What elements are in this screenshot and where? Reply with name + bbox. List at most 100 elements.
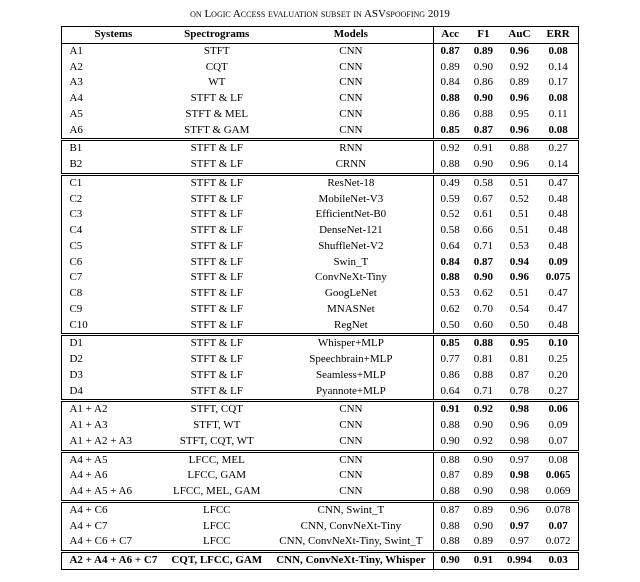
cell-metric: 0.90: [467, 157, 500, 174]
cell-metric: 0.52: [500, 192, 539, 208]
cell-metric: 0.49: [433, 174, 467, 191]
cell-metric: 0.90: [467, 418, 500, 434]
cell-metric: 0.81: [500, 352, 539, 368]
cell-metric: 0.27: [539, 140, 578, 157]
cell-spec: CQT: [164, 60, 269, 76]
cell-model: CNN: [269, 43, 433, 59]
cell-metric: 0.64: [433, 384, 467, 401]
cell-spec: STFT & MEL: [164, 107, 269, 123]
cell-metric: 0.27: [539, 384, 578, 401]
cell-metric: 0.994: [500, 552, 539, 570]
cell-model: RegNet: [269, 318, 433, 335]
cell-metric: 0.98: [500, 468, 539, 484]
results-table: SystemsSpectrogramsModelsAccF1AuCERRA1ST…: [61, 26, 578, 570]
cell-metric: 0.88: [433, 519, 467, 535]
table-row: A3WTCNN0.840.860.890.17: [62, 75, 578, 91]
col-header: Models: [269, 27, 433, 44]
cell-metric: 0.48: [539, 223, 578, 239]
cell-metric: 0.87: [433, 43, 467, 59]
cell-metric: 0.87: [500, 368, 539, 384]
cell-metric: 0.89: [433, 60, 467, 76]
cell-metric: 0.88: [433, 157, 467, 174]
cell-spec: LFCC: [164, 519, 269, 535]
cell-spec: LFCC, MEL: [164, 451, 269, 468]
cell-system: C8: [62, 286, 164, 302]
cell-metric: 0.85: [433, 123, 467, 140]
cell-metric: 0.14: [539, 157, 578, 174]
cell-metric: 0.71: [467, 384, 500, 401]
cell-model: Speechbrain+MLP: [269, 352, 433, 368]
cell-model: CNN: [269, 434, 433, 451]
cell-spec: STFT, CQT: [164, 401, 269, 418]
cell-metric: 0.87: [433, 468, 467, 484]
cell-metric: 0.87: [467, 255, 500, 271]
table-row: C9STFT & LFMNASNet0.620.700.540.47: [62, 302, 578, 318]
cell-system: A5: [62, 107, 164, 123]
cell-metric: 0.48: [539, 318, 578, 335]
cell-system: C9: [62, 302, 164, 318]
cell-metric: 0.90: [467, 519, 500, 535]
cell-metric: 0.51: [500, 286, 539, 302]
cell-system: A2: [62, 60, 164, 76]
cell-metric: 0.94: [500, 255, 539, 271]
cell-metric: 0.89: [467, 501, 500, 518]
cell-metric: 0.98: [500, 434, 539, 451]
cell-model: ResNet-18: [269, 174, 433, 191]
cell-metric: 0.96: [500, 418, 539, 434]
cell-metric: 0.96: [500, 270, 539, 286]
cell-spec: STFT & LF: [164, 335, 269, 352]
cell-metric: 0.07: [539, 519, 578, 535]
col-header: AuC: [500, 27, 539, 44]
cell-metric: 0.62: [433, 302, 467, 318]
cell-system: A1 + A3: [62, 418, 164, 434]
cell-metric: 0.48: [539, 192, 578, 208]
table-row: D4STFT & LFPyannote+MLP0.640.710.780.27: [62, 384, 578, 401]
cell-metric: 0.66: [467, 223, 500, 239]
cell-spec: STFT, CQT, WT: [164, 434, 269, 451]
cell-model: RNN: [269, 140, 433, 157]
cell-metric: 0.08: [539, 123, 578, 140]
cell-metric: 0.88: [467, 107, 500, 123]
cell-metric: 0.89: [467, 43, 500, 59]
cell-metric: 0.87: [433, 501, 467, 518]
table-row: C4STFT & LFDenseNet-1210.580.660.510.48: [62, 223, 578, 239]
col-header: Acc: [433, 27, 467, 44]
cell-metric: 0.51: [500, 207, 539, 223]
cell-model: ConvNeXt-Tiny: [269, 270, 433, 286]
cell-metric: 0.90: [467, 270, 500, 286]
cell-metric: 0.90: [467, 60, 500, 76]
cell-spec: STFT & LF: [164, 302, 269, 318]
cell-spec: STFT & LF: [164, 207, 269, 223]
cell-system: B1: [62, 140, 164, 157]
cell-metric: 0.78: [500, 384, 539, 401]
cell-system: C7: [62, 270, 164, 286]
cell-spec: STFT & LF: [164, 384, 269, 401]
col-header: ERR: [539, 27, 578, 44]
cell-model: CRNN: [269, 157, 433, 174]
cell-metric: 0.87: [467, 123, 500, 140]
cell-system: A4 + C7: [62, 519, 164, 535]
cell-spec: STFT & LF: [164, 270, 269, 286]
cell-metric: 0.88: [433, 451, 467, 468]
cell-metric: 0.59: [433, 192, 467, 208]
table-row: A2CQTCNN0.890.900.920.14: [62, 60, 578, 76]
cell-system: A4 + C6: [62, 501, 164, 518]
cell-model: CNN, ConvNeXt-Tiny, Swint_T: [269, 534, 433, 551]
cell-metric: 0.58: [467, 174, 500, 191]
cell-system: C3: [62, 207, 164, 223]
cell-metric: 0.71: [467, 239, 500, 255]
cell-system: C5: [62, 239, 164, 255]
cell-spec: STFT & LF: [164, 286, 269, 302]
table-row: A6STFT & GAMCNN0.850.870.960.08: [62, 123, 578, 140]
cell-metric: 0.84: [433, 75, 467, 91]
cell-metric: 0.92: [467, 401, 500, 418]
cell-system: A4 + A6: [62, 468, 164, 484]
cell-model: MNASNet: [269, 302, 433, 318]
cell-system: A1: [62, 43, 164, 59]
cell-system: A6: [62, 123, 164, 140]
cell-system: A4: [62, 91, 164, 107]
cell-metric: 0.89: [500, 75, 539, 91]
cell-metric: 0.91: [467, 140, 500, 157]
cell-metric: 0.95: [500, 107, 539, 123]
cell-model: Pyannote+MLP: [269, 384, 433, 401]
